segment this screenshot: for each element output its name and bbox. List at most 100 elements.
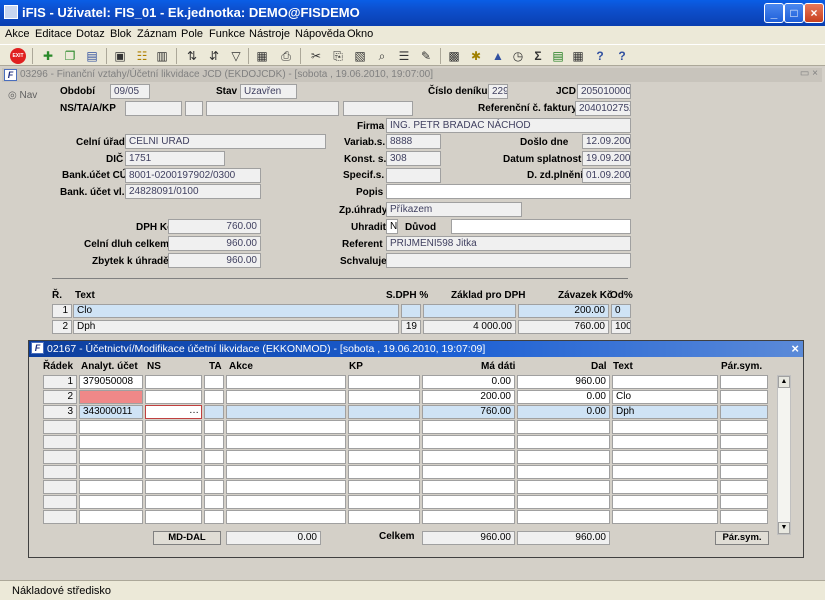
analyt-ucet-cell[interactable]: 379050008 xyxy=(79,375,143,389)
bank-cu-field[interactable]: 8001-0200197902/0300 xyxy=(125,168,261,183)
ns-cell[interactable] xyxy=(145,480,202,494)
kp-cell[interactable] xyxy=(348,420,420,434)
query-icon[interactable]: ☷ xyxy=(134,48,150,64)
dal-cell[interactable]: 0.00 xyxy=(517,390,610,404)
dal-cell[interactable]: 960.00 xyxy=(517,375,610,389)
ta-cell[interactable] xyxy=(204,435,224,449)
text-cell[interactable] xyxy=(612,495,718,509)
triangle-icon[interactable]: ▲ xyxy=(490,48,506,64)
ma-dati-cell[interactable]: 0.00 xyxy=(422,375,515,389)
sort-asc-icon[interactable]: ⇅ xyxy=(184,48,200,64)
ta-field[interactable] xyxy=(185,101,203,116)
item-zaklad[interactable] xyxy=(423,304,516,318)
close-button[interactable]: × xyxy=(804,3,824,23)
copy-icon[interactable]: ⎘ xyxy=(330,48,346,64)
konst-field[interactable]: 308 xyxy=(386,151,441,166)
text-cell[interactable] xyxy=(612,510,718,524)
item-zavazek[interactable]: 200.00 xyxy=(518,304,609,318)
dal-cell[interactable] xyxy=(517,510,610,524)
firma-field[interactable]: ING. PETR BRADAC NÁCHOD xyxy=(386,118,631,133)
splatnost-field[interactable]: 19.09.2005 xyxy=(582,151,631,166)
print-preview-icon[interactable]: ▦ xyxy=(254,48,270,64)
duvod-field[interactable] xyxy=(451,219,631,234)
paste-icon[interactable]: ▧ xyxy=(352,48,368,64)
item-od[interactable]: 100 xyxy=(611,320,631,334)
parsym-cell[interactable] xyxy=(720,510,768,524)
text-cell[interactable] xyxy=(612,420,718,434)
text-cell[interactable] xyxy=(612,450,718,464)
akce-cell[interactable] xyxy=(226,390,346,404)
ta-cell[interactable] xyxy=(204,375,224,389)
item-zaklad[interactable]: 4 000.00 xyxy=(423,320,516,334)
ma-dati-cell[interactable]: 760.00 xyxy=(422,405,515,419)
kp-cell[interactable] xyxy=(348,405,420,419)
ref-faktury-field[interactable]: 2040102752 xyxy=(575,101,631,116)
ns-cell[interactable] xyxy=(145,435,202,449)
menu-nastroje[interactable]: Nástroje xyxy=(249,28,290,40)
ns-cell[interactable] xyxy=(145,465,202,479)
calc-icon[interactable]: ▩ xyxy=(446,48,462,64)
parsym-cell[interactable] xyxy=(720,405,768,419)
cislo-deniku-field[interactable]: 229 xyxy=(488,84,508,99)
schvaluje-field[interactable] xyxy=(386,253,631,268)
ta-cell[interactable] xyxy=(204,420,224,434)
parsym-cell[interactable] xyxy=(720,435,768,449)
edit-icon[interactable]: ✎ xyxy=(418,48,434,64)
jcd-field[interactable]: 2050100006 xyxy=(577,84,631,99)
obdobi-field[interactable]: 09/05 xyxy=(110,84,150,99)
analyt-ucet-cell[interactable] xyxy=(79,435,143,449)
menu-akce[interactable]: Akce xyxy=(5,28,29,40)
parsym-cell[interactable] xyxy=(720,480,768,494)
variab-field[interactable]: 8888 xyxy=(386,134,441,149)
dic-field[interactable]: 1751 xyxy=(125,151,225,166)
menu-zaznam[interactable]: Záznam xyxy=(137,28,177,40)
menu-blok[interactable]: Blok xyxy=(110,28,131,40)
ns-cell[interactable] xyxy=(145,390,202,404)
ns-cell[interactable] xyxy=(145,450,202,464)
analyt-ucet-cell[interactable] xyxy=(79,450,143,464)
zp-uhrady-field[interactable]: Příkazem xyxy=(386,202,522,217)
nav-radio[interactable]: ◎ Nav xyxy=(8,90,37,101)
analyt-ucet-cell[interactable] xyxy=(79,420,143,434)
ma-dati-cell[interactable]: 200.00 xyxy=(422,390,515,404)
analyt-ucet-cell[interactable] xyxy=(79,510,143,524)
dal-cell[interactable] xyxy=(517,480,610,494)
ma-dati-cell[interactable] xyxy=(422,435,515,449)
akce-cell[interactable] xyxy=(226,510,346,524)
dzd-field[interactable]: 01.09.2005 xyxy=(582,168,631,183)
md-dal-button[interactable]: MD-DAL xyxy=(153,531,221,545)
ns-cell[interactable] xyxy=(145,495,202,509)
kp-cell[interactable] xyxy=(348,465,420,479)
kp-cell[interactable] xyxy=(348,495,420,509)
uhradit-field[interactable]: N xyxy=(386,219,398,234)
item-sdph[interactable]: 19 xyxy=(401,320,421,334)
ta-cell[interactable] xyxy=(204,390,224,404)
ns-cell[interactable] xyxy=(145,510,202,524)
item-od[interactable]: 0 xyxy=(611,304,631,318)
text-cell[interactable] xyxy=(612,465,718,479)
clock-icon[interactable]: ◷ xyxy=(510,48,526,64)
menu-funkce[interactable]: Funkce xyxy=(209,28,245,40)
menu-editace[interactable]: Editace xyxy=(35,28,72,40)
item-text[interactable]: Dph xyxy=(73,320,399,334)
analyt-ucet-cell[interactable] xyxy=(79,480,143,494)
scroll-down-icon[interactable]: ▼ xyxy=(778,522,790,534)
search-icon[interactable]: ⌕ xyxy=(374,48,390,64)
cut-icon[interactable]: ✂ xyxy=(308,48,324,64)
menu-okno[interactable]: Okno xyxy=(347,28,373,40)
ma-dati-cell[interactable] xyxy=(422,510,515,524)
zbytek-field[interactable]: 960.00 xyxy=(168,253,261,268)
akce-cell[interactable] xyxy=(226,465,346,479)
menu-dotaz[interactable]: Dotaz xyxy=(76,28,105,40)
text-cell[interactable] xyxy=(612,375,718,389)
dal-cell[interactable] xyxy=(517,465,610,479)
bank-vl-field[interactable]: 24828091/0100 xyxy=(125,184,261,199)
item-sdph[interactable] xyxy=(401,304,421,318)
parsym-cell[interactable] xyxy=(720,450,768,464)
text-cell[interactable]: Dph xyxy=(612,405,718,419)
delete-record-icon[interactable]: ▤ xyxy=(84,48,100,64)
kp-cell[interactable] xyxy=(348,450,420,464)
kp-cell[interactable] xyxy=(348,480,420,494)
akce-cell[interactable] xyxy=(226,435,346,449)
item-text[interactable]: Clo xyxy=(73,304,399,318)
